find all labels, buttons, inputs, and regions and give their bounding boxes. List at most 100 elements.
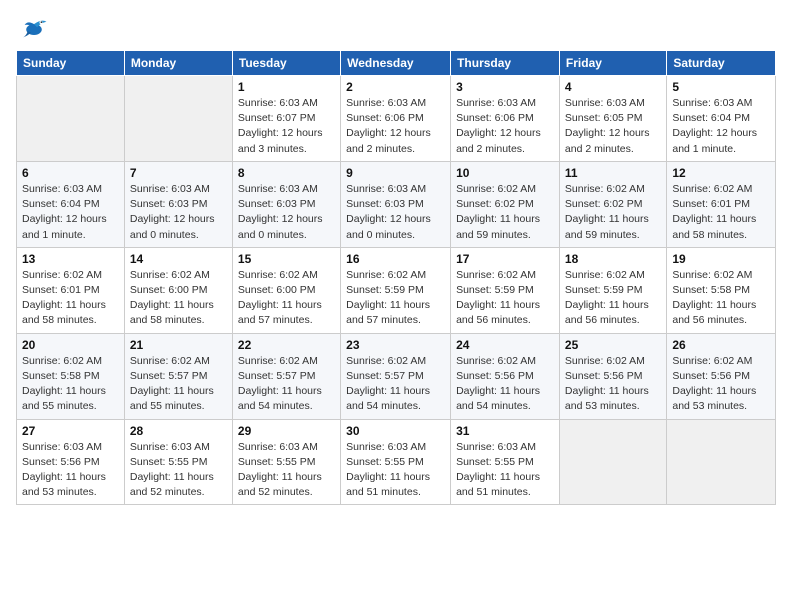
calendar-cell: 3 Sunrise: 6:03 AMSunset: 6:06 PMDaylight…: [451, 76, 560, 162]
day-number: 12: [672, 166, 770, 180]
day-detail: Sunrise: 6:02 AMSunset: 5:57 PMDaylight:…: [346, 354, 445, 415]
day-number: 9: [346, 166, 445, 180]
day-number: 4: [565, 80, 661, 94]
day-number: 23: [346, 338, 445, 352]
day-detail: Sunrise: 6:02 AMSunset: 5:58 PMDaylight:…: [672, 268, 770, 329]
day-detail: Sunrise: 6:02 AMSunset: 5:58 PMDaylight:…: [22, 354, 119, 415]
calendar-cell: 26 Sunrise: 6:02 AMSunset: 5:56 PMDayligh…: [667, 333, 776, 419]
day-number: 26: [672, 338, 770, 352]
day-number: 24: [456, 338, 554, 352]
day-detail: Sunrise: 6:02 AMSunset: 5:59 PMDaylight:…: [565, 268, 661, 329]
day-number: 2: [346, 80, 445, 94]
day-detail: Sunrise: 6:03 AMSunset: 6:06 PMDaylight:…: [456, 96, 554, 157]
day-number: 17: [456, 252, 554, 266]
calendar-cell: 29 Sunrise: 6:03 AMSunset: 5:55 PMDayligh…: [232, 419, 340, 505]
day-number: 3: [456, 80, 554, 94]
calendar-cell: 24 Sunrise: 6:02 AMSunset: 5:56 PMDayligh…: [451, 333, 560, 419]
calendar-cell: [559, 419, 666, 505]
day-number: 13: [22, 252, 119, 266]
day-number: 19: [672, 252, 770, 266]
weekday-header: Tuesday: [232, 51, 340, 76]
day-number: 14: [130, 252, 227, 266]
calendar-cell: 15 Sunrise: 6:02 AMSunset: 6:00 PMDayligh…: [232, 247, 340, 333]
calendar-cell: 21Sunrise: 6:02 AMSunset: 5:57 PMDayligh…: [124, 333, 232, 419]
day-number: 1: [238, 80, 335, 94]
day-detail: Sunrise: 6:02 AMSunset: 6:00 PMDaylight:…: [130, 268, 227, 329]
day-detail: Sunrise: 6:02 AMSunset: 5:59 PMDaylight:…: [456, 268, 554, 329]
day-detail: Sunrise: 6:03 AMSunset: 5:55 PMDaylight:…: [456, 440, 554, 501]
day-number: 7: [130, 166, 227, 180]
day-number: 6: [22, 166, 119, 180]
calendar-cell: 11 Sunrise: 6:02 AMSunset: 6:02 PMDayligh…: [559, 161, 666, 247]
calendar-cell: 10 Sunrise: 6:02 AMSunset: 6:02 PMDayligh…: [451, 161, 560, 247]
day-number: 5: [672, 80, 770, 94]
calendar-cell: [17, 76, 125, 162]
day-detail: Sunrise: 6:03 AMSunset: 6:05 PMDaylight:…: [565, 96, 661, 157]
day-detail: Sunrise: 6:02 AMSunset: 5:56 PMDaylight:…: [456, 354, 554, 415]
calendar-cell: 5 Sunrise: 6:03 AMSunset: 6:04 PMDaylight…: [667, 76, 776, 162]
calendar-cell: 16 Sunrise: 6:02 AMSunset: 5:59 PMDayligh…: [341, 247, 451, 333]
day-number: 20: [22, 338, 119, 352]
calendar-cell: 31Sunrise: 6:03 AMSunset: 5:55 PMDayligh…: [451, 419, 560, 505]
day-number: 21: [130, 338, 227, 352]
weekday-header: Thursday: [451, 51, 560, 76]
logo: [16, 14, 48, 42]
calendar-cell: 6 Sunrise: 6:03 AMSunset: 6:04 PMDaylight…: [17, 161, 125, 247]
calendar-table: SundayMondayTuesdayWednesdayThursdayFrid…: [16, 50, 776, 505]
day-detail: Sunrise: 6:03 AMSunset: 5:55 PMDaylight:…: [238, 440, 335, 501]
calendar-cell: 13 Sunrise: 6:02 AMSunset: 6:01 PMDayligh…: [17, 247, 125, 333]
day-detail: Sunrise: 6:03 AMSunset: 5:56 PMDaylight:…: [22, 440, 119, 501]
day-number: 29: [238, 424, 335, 438]
day-detail: Sunrise: 6:02 AMSunset: 6:02 PMDaylight:…: [456, 182, 554, 243]
day-detail: Sunrise: 6:03 AMSunset: 6:04 PMDaylight:…: [22, 182, 119, 243]
day-number: 8: [238, 166, 335, 180]
calendar-cell: 4 Sunrise: 6:03 AMSunset: 6:05 PMDaylight…: [559, 76, 666, 162]
day-number: 25: [565, 338, 661, 352]
weekday-header: Sunday: [17, 51, 125, 76]
day-detail: Sunrise: 6:02 AMSunset: 6:01 PMDaylight:…: [672, 182, 770, 243]
calendar-cell: 8 Sunrise: 6:03 AMSunset: 6:03 PMDaylight…: [232, 161, 340, 247]
calendar-cell: 17 Sunrise: 6:02 AMSunset: 5:59 PMDayligh…: [451, 247, 560, 333]
day-number: 28: [130, 424, 227, 438]
weekday-header: Wednesday: [341, 51, 451, 76]
day-detail: Sunrise: 6:02 AMSunset: 5:56 PMDaylight:…: [565, 354, 661, 415]
calendar-cell: 7Sunrise: 6:03 AMSunset: 6:03 PMDaylight…: [124, 161, 232, 247]
calendar-cell: 14 Sunrise: 6:02 AMSunset: 6:00 PMDayligh…: [124, 247, 232, 333]
day-number: 22: [238, 338, 335, 352]
day-detail: Sunrise: 6:03 AMSunset: 5:55 PMDaylight:…: [346, 440, 445, 501]
day-detail: Sunrise: 6:02 AMSunset: 5:59 PMDaylight:…: [346, 268, 445, 329]
weekday-header: Saturday: [667, 51, 776, 76]
day-detail: Sunrise: 6:02 AMSunset: 6:01 PMDaylight:…: [22, 268, 119, 329]
day-number: 10: [456, 166, 554, 180]
day-detail: Sunrise: 6:02 AMSunset: 5:56 PMDaylight:…: [672, 354, 770, 415]
calendar-cell: 27 Sunrise: 6:03 AMSunset: 5:56 PMDayligh…: [17, 419, 125, 505]
calendar-cell: 23 Sunrise: 6:02 AMSunset: 5:57 PMDayligh…: [341, 333, 451, 419]
calendar-cell: 2 Sunrise: 6:03 AMSunset: 6:06 PMDaylight…: [341, 76, 451, 162]
calendar-cell: [124, 76, 232, 162]
weekday-header: Friday: [559, 51, 666, 76]
day-number: 11: [565, 166, 661, 180]
day-detail: Sunrise: 6:03 AMSunset: 6:04 PMDaylight:…: [672, 96, 770, 157]
day-detail: Sunrise: 6:02 AMSunset: 5:57 PMDaylight:…: [238, 354, 335, 415]
day-number: 27: [22, 424, 119, 438]
day-number: 15: [238, 252, 335, 266]
logo-bird-icon: [20, 14, 48, 42]
day-detail: Sunrise: 6:02 AMSunset: 6:02 PMDaylight:…: [565, 182, 661, 243]
day-detail: Sunrise: 6:03 AMSunset: 6:03 PMDaylight:…: [346, 182, 445, 243]
calendar-cell: [667, 419, 776, 505]
day-detail: Sunrise: 6:03 AMSunset: 6:06 PMDaylight:…: [346, 96, 445, 157]
calendar-cell: 1 Sunrise: 6:03 AMSunset: 6:07 PMDaylight…: [232, 76, 340, 162]
calendar-cell: 9 Sunrise: 6:03 AMSunset: 6:03 PMDaylight…: [341, 161, 451, 247]
day-number: 16: [346, 252, 445, 266]
calendar-cell: 30 Sunrise: 6:03 AMSunset: 5:55 PMDayligh…: [341, 419, 451, 505]
calendar-cell: 22 Sunrise: 6:02 AMSunset: 5:57 PMDayligh…: [232, 333, 340, 419]
calendar-cell: 18 Sunrise: 6:02 AMSunset: 5:59 PMDayligh…: [559, 247, 666, 333]
day-number: 30: [346, 424, 445, 438]
day-detail: Sunrise: 6:03 AMSunset: 6:07 PMDaylight:…: [238, 96, 335, 157]
calendar-cell: 20 Sunrise: 6:02 AMSunset: 5:58 PMDayligh…: [17, 333, 125, 419]
day-detail: Sunrise: 6:02 AMSunset: 6:00 PMDaylight:…: [238, 268, 335, 329]
day-detail: Sunrise: 6:03 AMSunset: 6:03 PMDaylight:…: [238, 182, 335, 243]
calendar-cell: 12 Sunrise: 6:02 AMSunset: 6:01 PMDayligh…: [667, 161, 776, 247]
day-number: 18: [565, 252, 661, 266]
calendar-cell: 25 Sunrise: 6:02 AMSunset: 5:56 PMDayligh…: [559, 333, 666, 419]
